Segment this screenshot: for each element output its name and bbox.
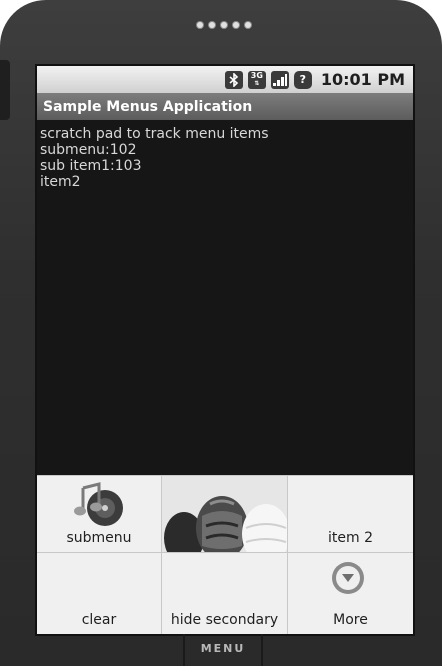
balloons-image — [162, 476, 287, 552]
options-menu: submenu item 2 clear hide secondary More — [37, 475, 413, 634]
scratch-line: sub item1:103 — [40, 158, 142, 174]
side-button — [0, 60, 10, 120]
menu-item-label: item 2 — [328, 530, 373, 546]
menu-hardware-key[interactable]: MENU — [185, 642, 261, 655]
status-bar: 3G ⇅ ? 10:01 PM — [37, 66, 413, 93]
app-title-bar: Sample Menus Application — [37, 93, 413, 120]
menu-item-item2[interactable]: item 2 — [288, 476, 413, 553]
more-icon — [332, 562, 364, 594]
music-icon — [74, 482, 123, 526]
question-icon: ? — [293, 70, 312, 89]
status-clock: 10:01 PM — [320, 70, 405, 89]
3g-icon: 3G ⇅ — [247, 70, 266, 89]
scratch-line: scratch pad to track menu items — [40, 126, 269, 142]
earpiece-speaker — [189, 18, 259, 32]
app-title: Sample Menus Application — [43, 98, 253, 115]
menu-item-label: submenu — [66, 530, 132, 546]
menu-item-label: More — [333, 612, 368, 628]
phone-device: 3G ⇅ ? 10:01 PM Sample Menus Application … — [0, 0, 442, 666]
scratch-line: item2 — [40, 174, 81, 190]
key-divider — [261, 634, 263, 666]
menu-item-more[interactable]: More — [288, 553, 413, 634]
menu-item-label: clear — [81, 612, 117, 628]
menu-item-hide-secondary[interactable]: hide secondary — [162, 553, 288, 634]
menu-item-image[interactable] — [162, 476, 288, 553]
bluetooth-icon — [224, 70, 243, 89]
menu-item-label: hide secondary — [170, 612, 279, 628]
signal-icon — [270, 70, 289, 89]
screen: 3G ⇅ ? 10:01 PM Sample Menus Application … — [37, 66, 413, 634]
scratch-pad: scratch pad to track menu items submenu:… — [40, 126, 410, 190]
scratch-line: submenu:102 — [40, 142, 137, 158]
menu-item-clear[interactable]: clear — [37, 553, 162, 634]
menu-item-submenu[interactable]: submenu — [37, 476, 162, 553]
